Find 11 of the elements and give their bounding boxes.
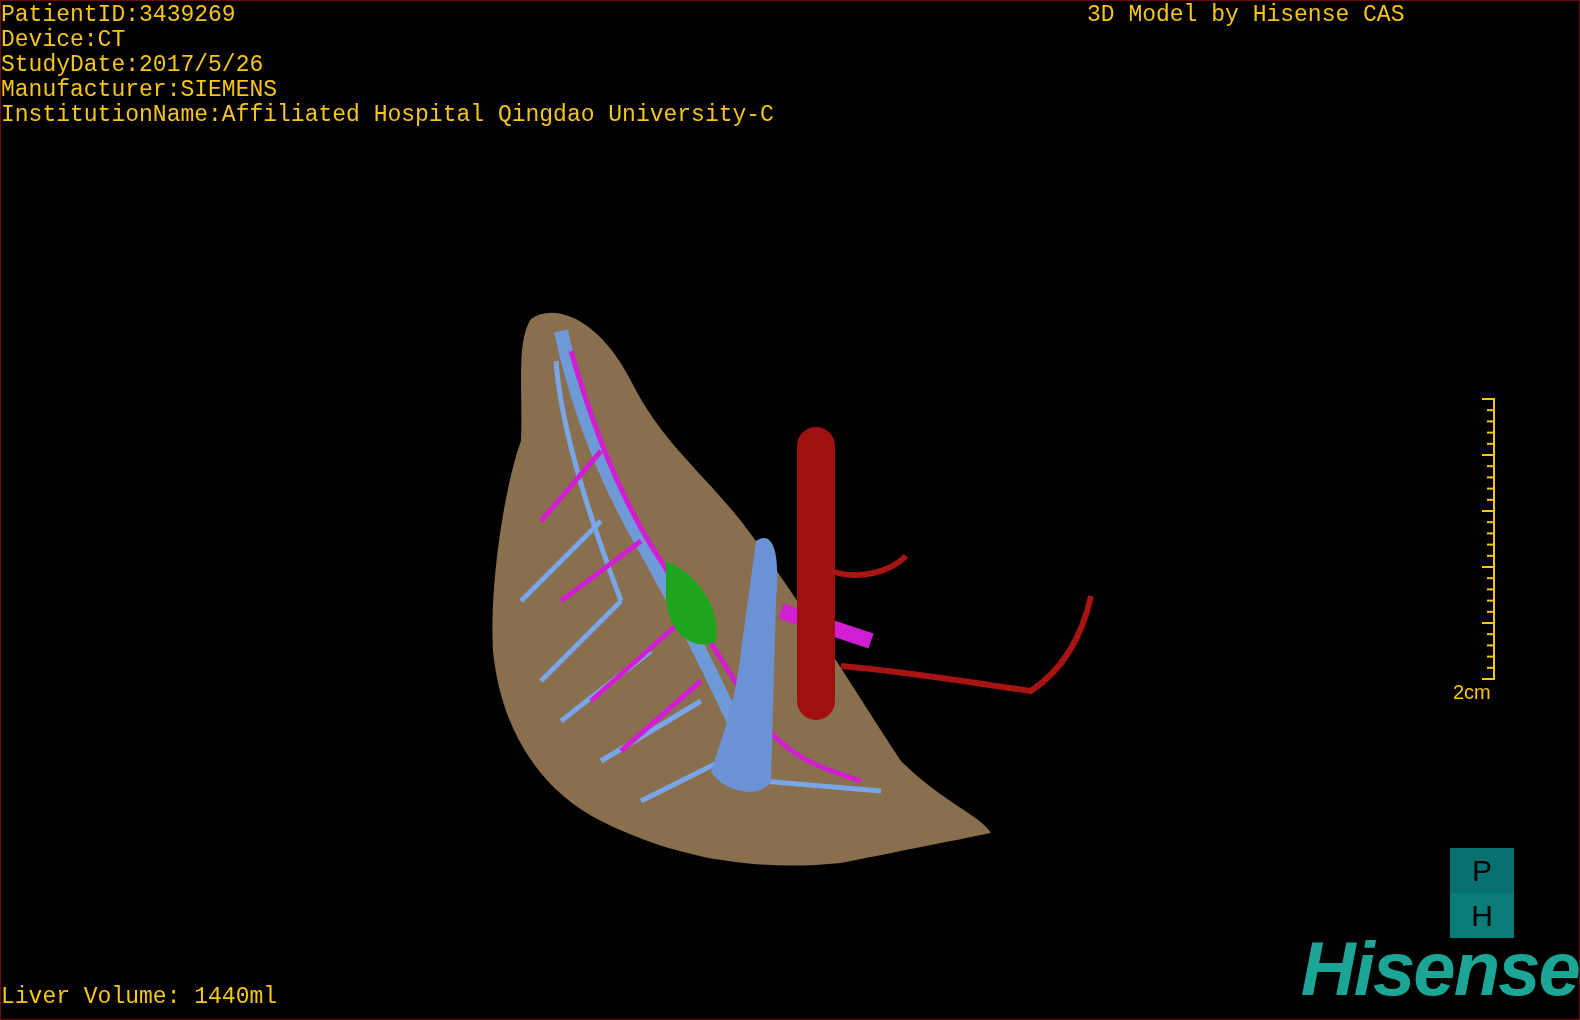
orientation-letter: H xyxy=(1450,893,1514,938)
patient-info-text: Manufacturer:SIEMENS xyxy=(1,78,279,103)
patient-info-text: Device:CT xyxy=(1,28,127,53)
patient-info-text: InstitutionName:Affiliated Hospital Qingdao University-C xyxy=(1,103,774,128)
scale-label: 2cm xyxy=(1453,681,1491,703)
liver-volume-text: Liver Volume: 1440ml xyxy=(1,985,278,1010)
scale-bar-icon xyxy=(1482,398,1496,680)
patient-info-text: PatientID:3439269 xyxy=(1,3,237,28)
model-credit-text: 3D Model by Hisense CAS xyxy=(1087,3,1405,28)
patient-info-text: StudyDate:2017/5/26 xyxy=(1,53,265,78)
orientation-letter: P xyxy=(1450,848,1514,893)
